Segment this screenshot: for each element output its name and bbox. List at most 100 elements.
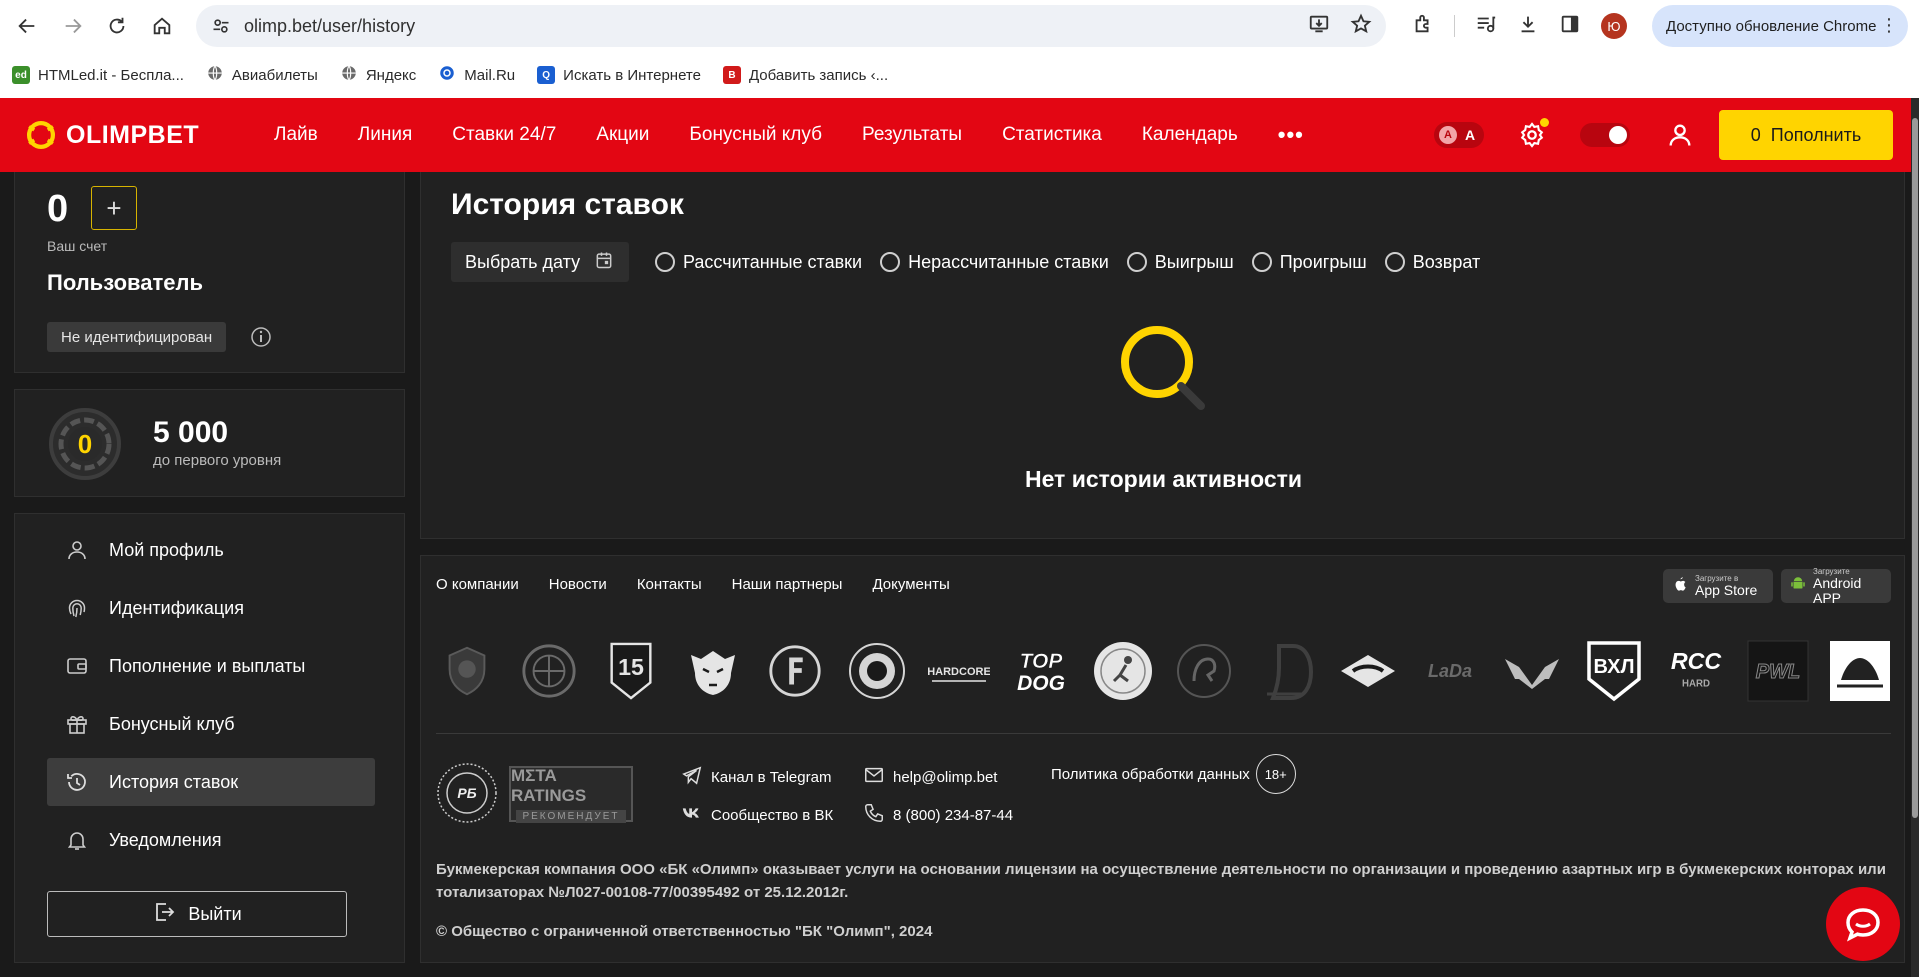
partner-tiger-logo[interactable] bbox=[682, 640, 744, 702]
filter-unsettled[interactable]: Нерассчитанные ставки bbox=[880, 252, 1109, 273]
settings-button[interactable] bbox=[1518, 118, 1549, 149]
menu-item-identification[interactable]: Идентификация bbox=[47, 584, 375, 632]
filter-loss[interactable]: Проигрыш bbox=[1251, 252, 1367, 273]
forward-icon[interactable] bbox=[53, 6, 93, 46]
bookmark-item[interactable]: Яндекс bbox=[340, 64, 416, 86]
footer-link-news[interactable]: Новости bbox=[549, 576, 607, 593]
menu-item-bonus-club[interactable]: Бонусный клуб bbox=[47, 700, 375, 748]
app-store-button[interactable]: Загрузите в App Store bbox=[1663, 569, 1773, 603]
android-app-button[interactable]: Загрузите Android APP bbox=[1781, 567, 1891, 605]
bookmark-item[interactable]: Mail.Ru bbox=[438, 64, 515, 86]
menu-item-notifications[interactable]: Уведомления bbox=[47, 816, 375, 864]
reload-icon[interactable] bbox=[97, 6, 137, 46]
radio-button[interactable] bbox=[880, 252, 901, 272]
nav-calendar[interactable]: Календарь bbox=[1142, 124, 1238, 146]
select-date-button[interactable]: Выбрать дату bbox=[451, 242, 629, 282]
profile-menu: Мой профиль Идентификация Пополнение и в… bbox=[14, 513, 405, 963]
email-link[interactable]: help@olimp.bet bbox=[863, 764, 997, 790]
partner-15-years-logo[interactable]: 15 bbox=[600, 640, 662, 702]
partner-vhl-logo[interactable]: ВХЛ bbox=[1583, 640, 1645, 702]
vk-link[interactable]: Сообщество в ВК bbox=[681, 802, 833, 828]
partner-basketball-league-logo[interactable] bbox=[518, 640, 580, 702]
radio-button[interactable] bbox=[1384, 252, 1405, 272]
privacy-policy-link[interactable]: Политика обработки данных 18+ bbox=[1051, 754, 1296, 794]
olimpbet-logo[interactable]: OLIMPBET bbox=[24, 118, 199, 152]
side-panel-icon[interactable] bbox=[1559, 13, 1581, 40]
partner-lion-logo[interactable] bbox=[1173, 640, 1235, 702]
partner-fonbet-style-logo[interactable] bbox=[764, 640, 826, 702]
back-icon[interactable] bbox=[7, 6, 47, 46]
partner-wing-logo[interactable] bbox=[1501, 640, 1563, 702]
home-icon[interactable] bbox=[142, 6, 182, 46]
menu-item-bet-history[interactable]: История ставок bbox=[47, 758, 375, 806]
install-app-icon[interactable] bbox=[1308, 13, 1330, 40]
nav-bets-24-7[interactable]: Ставки 24/7 bbox=[452, 124, 556, 146]
bookmark-item[interactable]: Авиабилеты bbox=[206, 64, 318, 86]
page-scrollbar[interactable] bbox=[1911, 98, 1919, 977]
footer-link-partners[interactable]: Наши партнеры bbox=[732, 576, 843, 593]
partner-khl-club-logo[interactable] bbox=[846, 640, 908, 702]
partner-dynamo-logo[interactable] bbox=[1255, 640, 1317, 702]
svg-text:LaDa: LaDa bbox=[1428, 661, 1472, 681]
nav-statistics[interactable]: Статистика bbox=[1002, 124, 1102, 146]
partner-hardcore-logo[interactable]: HARDCORE bbox=[928, 640, 990, 702]
nav-promotions[interactable]: Акции bbox=[596, 124, 649, 146]
filter-label: Рассчитанные ставки bbox=[683, 251, 863, 272]
radio-button[interactable] bbox=[1251, 252, 1272, 272]
nav-live[interactable]: Лайв bbox=[274, 124, 318, 146]
rb-rating-badge[interactable]: РБ bbox=[436, 762, 498, 829]
partner-pwl-logo[interactable]: PWL bbox=[1747, 640, 1809, 702]
svg-text:DOG: DOG bbox=[1017, 672, 1065, 695]
telegram-link[interactable]: Канал в Telegram bbox=[681, 764, 831, 790]
partner-federation-logo[interactable] bbox=[1829, 640, 1891, 702]
info-icon[interactable] bbox=[249, 325, 273, 349]
partner-spartak-logo[interactable] bbox=[1337, 640, 1399, 702]
filter-win[interactable]: Выигрыш bbox=[1126, 252, 1234, 273]
bookmark-star-icon[interactable] bbox=[1350, 13, 1372, 40]
chrome-update-button[interactable]: Доступно обновление Chrome ⋮ bbox=[1652, 5, 1908, 47]
menu-item-deposits-withdrawals[interactable]: Пополнение и выплаты bbox=[47, 642, 375, 690]
radio-button[interactable] bbox=[655, 252, 675, 272]
nav-more-icon[interactable]: ••• bbox=[1278, 122, 1304, 148]
partner-rcc-logo[interactable]: RCC HARD bbox=[1665, 640, 1727, 702]
topup-button[interactable]: 0 Пополнить bbox=[1719, 110, 1893, 160]
support-chat-button[interactable] bbox=[1826, 887, 1900, 961]
scrollbar-thumb[interactable] bbox=[1912, 118, 1918, 818]
bookmark-item[interactable]: B Добавить запись ‹... bbox=[722, 66, 888, 84]
filter-refund[interactable]: Возврат bbox=[1384, 252, 1480, 273]
bookmark-item[interactable]: Q Искать в Интернете bbox=[537, 66, 701, 84]
partner-crest-logo[interactable] bbox=[436, 640, 498, 702]
footer-link-contacts[interactable]: Контакты bbox=[637, 576, 702, 593]
extensions-icon[interactable] bbox=[1412, 13, 1434, 40]
footer-link-documents[interactable]: Документы bbox=[872, 576, 949, 593]
meta-ratings-badge[interactable]: MΣTA RATINGS РЕКОМЕНДУЕТ bbox=[509, 766, 633, 823]
partner-lada-logo[interactable]: LaDa bbox=[1419, 640, 1481, 702]
nav-results[interactable]: Результаты bbox=[862, 124, 962, 146]
radio-button[interactable] bbox=[1126, 252, 1147, 272]
filter-settled[interactable]: Рассчитанные ставки bbox=[655, 252, 862, 273]
nav-bonus-club[interactable]: Бонусный клуб bbox=[689, 124, 822, 146]
partner-handball-logo[interactable] bbox=[1092, 640, 1154, 702]
bookmark-item[interactable]: ed HTMLed.it - Беспла... bbox=[12, 66, 184, 84]
partner-top-dog-logo[interactable]: TOP DOG bbox=[1010, 640, 1072, 702]
nav-line[interactable]: Линия bbox=[358, 124, 412, 146]
media-control-icon[interactable] bbox=[1475, 13, 1497, 40]
logout-button[interactable]: Выйти bbox=[47, 891, 347, 937]
add-funds-button[interactable]: + bbox=[91, 186, 137, 230]
calendar-icon bbox=[594, 250, 614, 275]
user-account-icon[interactable] bbox=[1666, 121, 1694, 149]
footer-links: О компании Новости Контакты Наши партнер… bbox=[436, 576, 950, 593]
font-size-switch[interactable]: A A bbox=[1434, 122, 1484, 148]
menu-dots-icon[interactable]: ⋮ bbox=[1880, 15, 1898, 36]
theme-toggle[interactable] bbox=[1580, 123, 1630, 147]
phone-link[interactable]: 8 (800) 234-87-44 bbox=[863, 802, 1013, 828]
profile-avatar[interactable]: Ю bbox=[1601, 13, 1627, 39]
address-bar[interactable]: olimp.bet/user/history bbox=[196, 5, 1386, 47]
menu-item-profile[interactable]: Мой профиль bbox=[47, 526, 375, 574]
topup-amount: 0 bbox=[1750, 124, 1761, 145]
font-large-option[interactable]: A bbox=[1461, 126, 1479, 144]
font-small-option[interactable]: A bbox=[1439, 126, 1457, 144]
site-info-icon[interactable] bbox=[210, 15, 232, 37]
downloads-icon[interactable] bbox=[1517, 13, 1539, 40]
footer-link-about[interactable]: О компании bbox=[436, 576, 519, 593]
